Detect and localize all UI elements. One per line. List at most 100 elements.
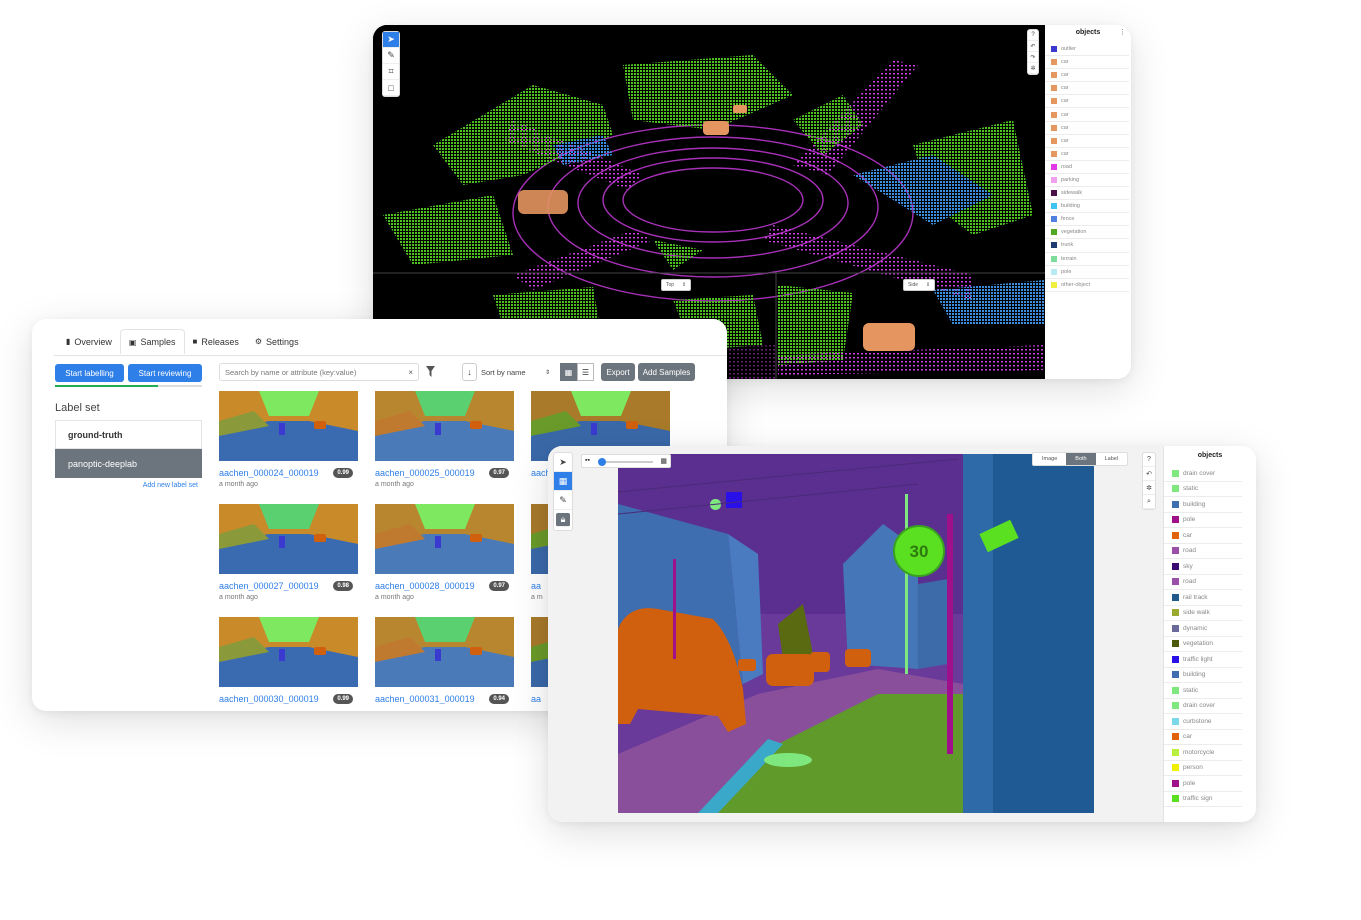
object-item[interactable]: terrain — [1045, 253, 1129, 266]
view-mode-label[interactable]: Label — [1096, 453, 1127, 465]
select-cursor-icon[interactable]: ➤ — [383, 32, 399, 48]
object-item[interactable]: dynamic — [1164, 621, 1242, 637]
superpixel-grid-icon[interactable]: ▦ — [554, 472, 572, 491]
settings-icon[interactable]: ✲ — [1028, 63, 1038, 74]
object-item[interactable]: trunk — [1045, 239, 1129, 253]
object-item[interactable]: sky — [1164, 559, 1242, 575]
label-set-ground-truth[interactable]: ground-truth — [55, 420, 202, 449]
sample-name[interactable]: aachen_000028_000019 — [375, 581, 475, 591]
object-item[interactable]: static — [1164, 683, 1242, 699]
sample-thumbnail[interactable] — [375, 617, 514, 687]
sort-select[interactable]: Sort by name ⇕ — [478, 363, 553, 381]
sample-card[interactable]: aachen_000031_000019 0.94 — [375, 617, 514, 707]
object-item[interactable]: building — [1164, 668, 1242, 683]
sample-name[interactable]: aachen_000031_000019 — [375, 694, 475, 704]
zoom-icon[interactable]: ⌕ — [1143, 495, 1155, 509]
object-item[interactable]: other-object — [1045, 279, 1129, 292]
more-menu-icon[interactable]: ⋮ — [1119, 28, 1126, 36]
tab-settings[interactable]: ⚙ Settings — [247, 329, 307, 354]
object-item[interactable]: road — [1164, 544, 1242, 559]
settings-icon[interactable]: ✲ — [1143, 481, 1155, 495]
object-item[interactable]: fence — [1045, 213, 1129, 227]
slider-knob[interactable] — [598, 458, 606, 466]
object-item[interactable]: person — [1164, 761, 1242, 776]
side-view-select[interactable]: Side ⇕ — [903, 279, 936, 291]
grid-view-icon[interactable]: ▦ — [560, 363, 577, 381]
sample-name[interactable]: aa — [531, 694, 541, 704]
object-item[interactable]: pole — [1045, 266, 1129, 279]
object-item[interactable]: car — [1164, 528, 1242, 544]
tab-releases[interactable]: ■ Releases — [185, 329, 247, 354]
object-item[interactable]: car — [1045, 108, 1129, 122]
object-item[interactable]: car — [1045, 122, 1129, 135]
lasso-icon[interactable]: ⌗ — [383, 64, 399, 80]
brush-icon[interactable]: ✎ — [554, 491, 572, 510]
sample-name[interactable]: aachen_000025_000019 — [375, 468, 475, 478]
sample-name[interactable]: aachen_000024_000019 — [219, 468, 319, 478]
sample-thumbnail[interactable] — [219, 504, 358, 574]
add-label-set-link[interactable]: Add new label set — [55, 482, 198, 489]
sample-thumbnail[interactable] — [219, 391, 358, 461]
object-item[interactable]: sidewalk — [1045, 187, 1129, 201]
lock-icon[interactable]: 🔒︎ — [556, 513, 570, 527]
sample-name[interactable]: aachen_000027_000019 — [219, 581, 319, 591]
object-item[interactable]: rail track — [1164, 590, 1242, 606]
label-set-panoptic-deeplab[interactable]: panoptic-deeplab — [55, 449, 202, 478]
object-item[interactable]: car — [1045, 148, 1129, 161]
view-mode-both[interactable]: Both — [1066, 453, 1096, 465]
sort-direction-button[interactable]: ↓ — [462, 363, 477, 381]
object-item[interactable]: car — [1045, 82, 1129, 96]
sample-card[interactable]: aachen_000025_000019 0.97 a month ago — [375, 391, 514, 488]
object-item[interactable]: pole — [1164, 513, 1242, 528]
sample-card[interactable]: aachen_000027_000019 0.98 a month ago — [219, 504, 358, 601]
object-item[interactable]: outlier — [1045, 43, 1129, 57]
brush-icon[interactable]: ✎ — [383, 48, 399, 64]
sample-thumbnail[interactable] — [375, 391, 514, 461]
start-reviewing-button[interactable]: Start reviewing — [128, 364, 202, 382]
redo-icon[interactable]: ↷ — [1028, 52, 1038, 63]
undo-icon[interactable]: ↶ — [1028, 41, 1038, 52]
object-item[interactable]: car — [1045, 69, 1129, 83]
object-item[interactable]: traffic sign — [1164, 792, 1242, 807]
sample-card[interactable]: aachen_000028_000019 0.97 a month ago — [375, 504, 514, 601]
sample-name[interactable]: aa — [531, 581, 541, 591]
start-labelling-button[interactable]: Start labelling — [55, 364, 124, 382]
object-item[interactable]: vegetation — [1045, 226, 1129, 240]
object-item[interactable]: motorcycle — [1164, 745, 1242, 761]
undo-icon[interactable]: ↶ — [1143, 467, 1155, 481]
export-button[interactable]: Export — [601, 363, 635, 381]
tab-samples[interactable]: ▣ Samples — [119, 329, 185, 354]
sample-thumbnail[interactable] — [375, 504, 514, 574]
select-cursor-icon[interactable]: ➤ — [554, 453, 572, 472]
object-item[interactable]: car — [1045, 135, 1129, 148]
filter-icon[interactable] — [426, 366, 435, 377]
object-item[interactable]: building — [1045, 200, 1129, 214]
tab-overview[interactable]: ▮ Overview — [58, 329, 120, 354]
object-item[interactable]: road — [1045, 161, 1129, 174]
sample-search-input[interactable]: Search by name or attribute (key:value) … — [219, 363, 419, 381]
object-item[interactable]: vegetation — [1164, 637, 1242, 652]
segmentation-canvas[interactable]: 30 — [618, 454, 1094, 813]
sample-card[interactable]: aachen_000030_000019 0.99 — [219, 617, 358, 707]
object-item[interactable]: drain cover — [1164, 699, 1242, 714]
object-item[interactable]: parking — [1045, 174, 1129, 188]
superpixel-size-slider[interactable]: ▪▪ ▦ — [581, 454, 671, 468]
list-view-icon[interactable]: ☰ — [577, 363, 594, 381]
object-item[interactable]: car — [1045, 95, 1129, 109]
add-samples-button[interactable]: Add Samples — [638, 363, 695, 381]
object-item[interactable]: drain cover — [1164, 466, 1242, 482]
help-icon[interactable]: ? — [1028, 30, 1038, 41]
object-item[interactable]: pole — [1164, 776, 1242, 792]
object-item[interactable]: building — [1164, 497, 1242, 513]
object-item[interactable]: curbstone — [1164, 714, 1242, 730]
view-mode-image[interactable]: Image — [1033, 453, 1066, 465]
help-icon[interactable]: ? — [1143, 453, 1155, 467]
box-icon[interactable]: □ — [383, 80, 399, 96]
object-item[interactable]: car — [1164, 730, 1242, 745]
object-item[interactable]: side walk — [1164, 606, 1242, 621]
object-item[interactable]: traffic light — [1164, 652, 1242, 668]
top-view-select[interactable]: Top ⇕ — [661, 279, 692, 291]
sample-name[interactable]: aachen_000030_000019 — [219, 694, 319, 704]
object-item[interactable]: road — [1164, 575, 1242, 590]
sample-thumbnail[interactable] — [219, 617, 358, 687]
